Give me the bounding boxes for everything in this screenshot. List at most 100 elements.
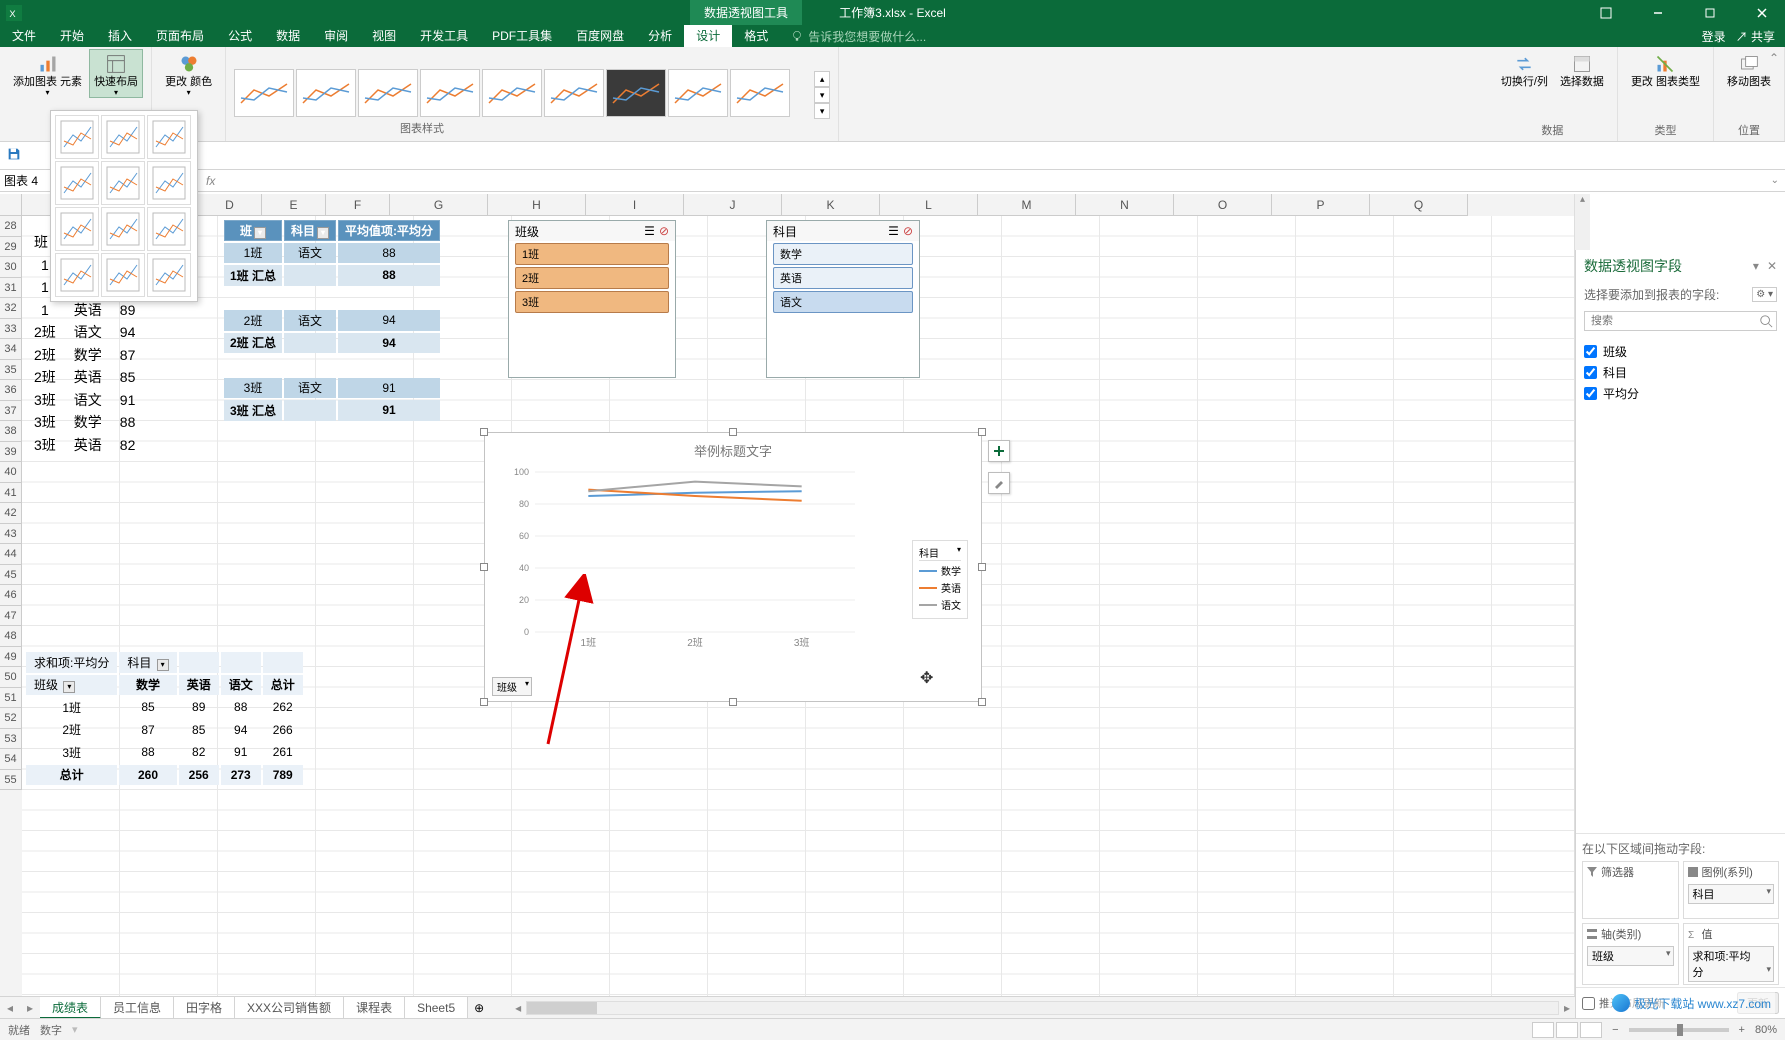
layout-option[interactable] bbox=[101, 161, 145, 205]
ribbon-tab-审阅[interactable]: 审阅 bbox=[312, 25, 360, 47]
ribbon-tab-开发工具[interactable]: 开发工具 bbox=[408, 25, 480, 47]
ribbon-tab-数据[interactable]: 数据 bbox=[264, 25, 312, 47]
layout-option[interactable] bbox=[101, 115, 145, 159]
select-data-button[interactable]: 选择数据 bbox=[1555, 49, 1609, 89]
pane-dropdown-icon[interactable]: ▾ bbox=[1753, 259, 1759, 273]
defer-update-checkbox[interactable] bbox=[1582, 997, 1595, 1010]
chart-style-thumb[interactable] bbox=[358, 69, 418, 117]
layout-option[interactable] bbox=[55, 115, 99, 159]
layout-option[interactable] bbox=[55, 161, 99, 205]
style-more[interactable]: ▾ bbox=[814, 103, 830, 119]
login-link[interactable]: 登录 bbox=[1702, 28, 1726, 45]
column-headers[interactable]: DEFGHIJKLMNOPQ bbox=[22, 194, 1575, 216]
page-break-view-button[interactable] bbox=[1580, 1022, 1602, 1038]
change-colors-button[interactable]: 更改 颜色▾ bbox=[160, 49, 217, 98]
share-button[interactable]: ↗ 共享 bbox=[1736, 28, 1775, 45]
ribbon-tab-公式[interactable]: 公式 bbox=[216, 25, 264, 47]
select-all-corner[interactable] bbox=[0, 194, 22, 216]
worksheet-area[interactable]: DEFGHIJKLMNOPQ 2829303132333435363738394… bbox=[0, 194, 1575, 1018]
pane-close-icon[interactable]: ✕ bbox=[1767, 259, 1777, 273]
layout-option[interactable] bbox=[147, 253, 191, 297]
collapse-ribbon-icon[interactable]: ⌃ bbox=[1769, 51, 1779, 65]
maximize-button[interactable] bbox=[1687, 0, 1733, 25]
tell-me-box[interactable]: 告诉我您想要做什么... bbox=[790, 28, 926, 45]
chart-style-thumb[interactable] bbox=[730, 69, 790, 117]
slicer-item[interactable]: 语文 bbox=[773, 291, 913, 313]
area-filters[interactable]: 筛选器 bbox=[1582, 861, 1679, 919]
ribbon-tab-格式[interactable]: 格式 bbox=[732, 25, 780, 47]
chart-legend[interactable]: 科目▾ 数学英语语文 bbox=[912, 540, 968, 619]
layout-option[interactable] bbox=[147, 207, 191, 251]
area-axis[interactable]: 轴(类别) 班级 bbox=[1582, 923, 1679, 985]
switch-row-column-button[interactable]: 切换行/列 bbox=[1496, 49, 1553, 89]
add-chart-element-button[interactable]: 添加图表 元素▾ bbox=[8, 49, 87, 98]
normal-view-button[interactable] bbox=[1532, 1022, 1554, 1038]
pivotchart-fields-pane[interactable]: 数据透视图字段 ▾✕ 选择要添加到报表的字段: ⚙ ▾ 班级科目平均分 在以下区… bbox=[1575, 250, 1785, 1018]
chart-styles-gallery[interactable] bbox=[234, 65, 814, 125]
chart-elements-plus-icon[interactable] bbox=[988, 440, 1010, 462]
expand-formula-bar-icon[interactable]: ⌄ bbox=[1771, 175, 1785, 186]
zoom-level[interactable]: 80% bbox=[1755, 1024, 1777, 1036]
page-layout-view-button[interactable] bbox=[1556, 1022, 1578, 1038]
chart-axis-field-button[interactable]: 班级 bbox=[492, 677, 532, 696]
field-checkbox[interactable] bbox=[1584, 345, 1597, 358]
ribbon-tab-开始[interactable]: 开始 bbox=[48, 25, 96, 47]
clear-filter-icon[interactable]: ⊘ bbox=[903, 224, 913, 238]
style-scroll-up[interactable]: ▴ bbox=[814, 71, 830, 87]
field-label[interactable]: 班级 bbox=[1603, 343, 1627, 360]
chart-style-thumb[interactable] bbox=[420, 69, 480, 117]
ribbon-tab-PDF工具集[interactable]: PDF工具集 bbox=[480, 25, 564, 47]
ribbon-tab-插入[interactable]: 插入 bbox=[96, 25, 144, 47]
zoom-in-icon[interactable]: + bbox=[1739, 1024, 1745, 1036]
chart-style-thumb[interactable] bbox=[606, 69, 666, 117]
quick-layout-button[interactable]: 快速布局▾ bbox=[89, 49, 143, 98]
style-scroll-down[interactable]: ▾ bbox=[814, 87, 830, 103]
search-input[interactable] bbox=[1584, 311, 1777, 331]
search-icon[interactable] bbox=[1759, 314, 1773, 328]
pivot-chart[interactable]: 举例标题文字 0204060801001班2班3班 科目▾ 数学英语语文 班级 bbox=[484, 432, 982, 702]
close-button[interactable] bbox=[1739, 0, 1785, 25]
scroll-up-icon[interactable]: ▴ bbox=[1575, 194, 1590, 210]
layout-option[interactable] bbox=[147, 115, 191, 159]
new-sheet-button[interactable]: ⊕ bbox=[468, 1001, 490, 1015]
layout-option[interactable] bbox=[55, 207, 99, 251]
ribbon-tab-设计[interactable]: 设计 bbox=[684, 25, 732, 47]
sheet-tab[interactable]: 课程表 bbox=[344, 997, 405, 1019]
pill-axis[interactable]: 班级 bbox=[1587, 946, 1674, 966]
ribbon-tab-百度网盘[interactable]: 百度网盘 bbox=[564, 25, 636, 47]
multi-select-icon[interactable]: ☰ bbox=[888, 224, 899, 238]
quick-layout-dropdown[interactable] bbox=[50, 110, 198, 302]
pill-legend[interactable]: 科目 bbox=[1688, 884, 1775, 904]
layout-option[interactable] bbox=[101, 253, 145, 297]
layout-option[interactable] bbox=[101, 207, 145, 251]
chart-title[interactable]: 举例标题文字 bbox=[485, 433, 981, 462]
field-checkbox[interactable] bbox=[1584, 387, 1597, 400]
layout-option[interactable] bbox=[55, 253, 99, 297]
chart-style-thumb[interactable] bbox=[234, 69, 294, 117]
tab-nav-prev[interactable]: ▸ bbox=[20, 1001, 40, 1015]
field-search[interactable] bbox=[1584, 311, 1777, 331]
zoom-out-icon[interactable]: − bbox=[1612, 1024, 1618, 1036]
chart-styles-brush-icon[interactable] bbox=[988, 472, 1010, 494]
field-label[interactable]: 科目 bbox=[1603, 364, 1627, 381]
chart-style-thumb[interactable] bbox=[482, 69, 542, 117]
pill-values[interactable]: 求和项:平均分 bbox=[1688, 946, 1775, 982]
ribbon-tab-文件[interactable]: 文件 bbox=[0, 25, 48, 47]
slicer-item[interactable]: 英语 bbox=[773, 267, 913, 289]
slicer-item[interactable]: 3班 bbox=[515, 291, 669, 313]
sheet-tab[interactable]: 田字格 bbox=[174, 997, 235, 1019]
slicer-class[interactable]: 班级 ☰⊘ 1班2班3班 bbox=[508, 220, 676, 378]
ribbon-tab-视图[interactable]: 视图 bbox=[360, 25, 408, 47]
field-list[interactable]: 班级科目平均分 bbox=[1576, 335, 1785, 410]
area-values[interactable]: Σ值 求和项:平均分 bbox=[1683, 923, 1780, 985]
sheet-tab[interactable]: Sheet5 bbox=[405, 997, 468, 1019]
clear-filter-icon[interactable]: ⊘ bbox=[659, 224, 669, 238]
gear-icon[interactable]: ⚙ ▾ bbox=[1752, 287, 1777, 302]
chart-style-thumb[interactable] bbox=[668, 69, 728, 117]
area-legend[interactable]: 图例(系列) 科目 bbox=[1683, 861, 1780, 919]
field-checkbox[interactable] bbox=[1584, 366, 1597, 379]
ribbon-tab-页面布局[interactable]: 页面布局 bbox=[144, 25, 216, 47]
sheet-tab[interactable]: 成绩表 bbox=[40, 997, 101, 1019]
horizontal-scrollbar[interactable]: ◂▸ bbox=[490, 1001, 1575, 1015]
layout-option[interactable] bbox=[147, 161, 191, 205]
